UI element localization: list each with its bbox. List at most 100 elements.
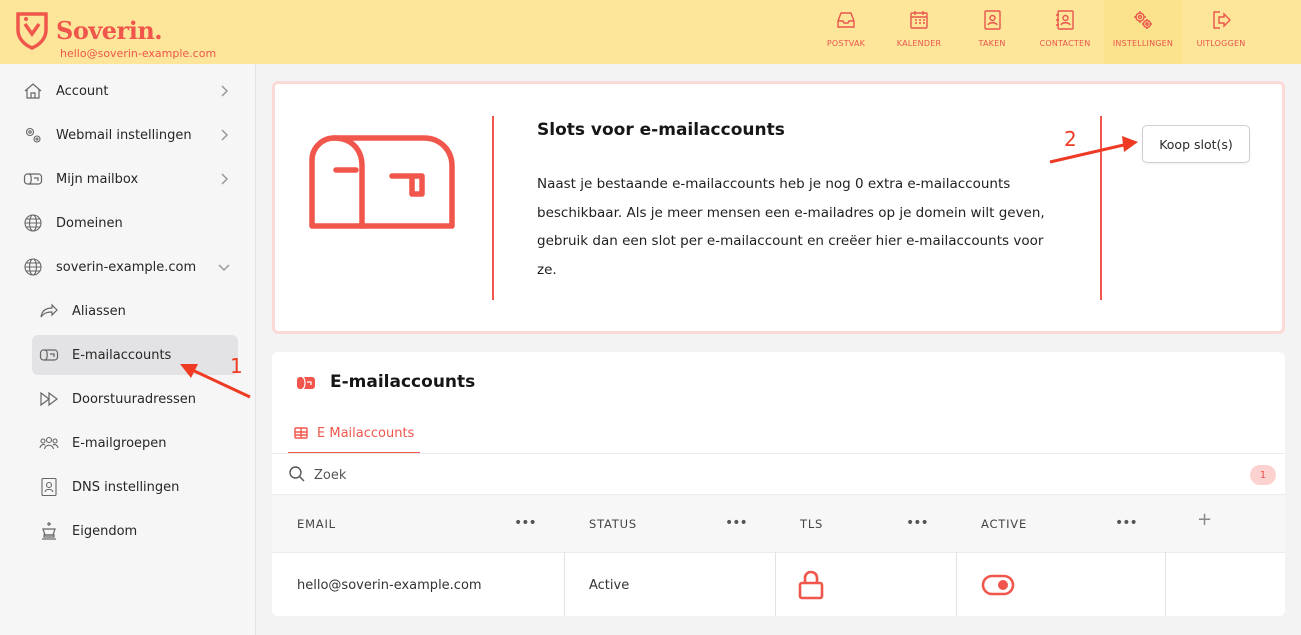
cell-tls <box>798 553 824 617</box>
column-menu-icon[interactable]: ••• <box>725 515 748 531</box>
sidebar: Account Webmail instellingen Mijn mailbo… <box>0 64 256 635</box>
mailbox-icon <box>39 349 59 361</box>
nav-kalender[interactable]: KALENDER <box>885 0 953 64</box>
sidebar-item-label: Aliassen <box>72 303 126 319</box>
tab-label: E Mailaccounts <box>317 425 415 441</box>
forward-arrow-icon <box>40 303 58 318</box>
nav-label: KALENDER <box>896 39 942 48</box>
add-column-icon[interactable]: + <box>1197 509 1212 530</box>
logo[interactable]: Soverin. <box>14 10 163 50</box>
tab-email-accounts[interactable]: E Mailaccounts <box>288 414 421 454</box>
inbox-icon <box>837 12 855 28</box>
sidebar-item-webmail-settings[interactable]: Webmail instellingen <box>16 115 238 155</box>
nav-uitloggen[interactable]: UITLOGGEN <box>1187 0 1255 64</box>
table-row[interactable]: hello@soverin-example.com Active <box>272 552 1285 616</box>
accounts-title: E-mailaccounts <box>330 372 476 392</box>
table-icon <box>294 427 308 439</box>
search-input[interactable] <box>314 463 914 487</box>
email-accounts-card: E-mailaccounts E Mailaccounts 1 EMAIL ••… <box>272 352 1285 616</box>
result-count-badge: 1 <box>1250 465 1276 485</box>
slots-card: Slots voor e-mailaccounts Naast je besta… <box>272 81 1285 334</box>
sidebar-item-label: Account <box>56 83 109 99</box>
contacts-icon <box>1056 10 1074 30</box>
nav-label: UITLOGGEN <box>1196 39 1246 48</box>
gears-icon <box>25 127 41 143</box>
tasks-icon <box>984 10 1001 30</box>
mailbox-illustration-icon <box>309 135 455 229</box>
sidebar-item-label: E-mailaccounts <box>72 347 172 363</box>
sidebar-item-label: Domeinen <box>56 215 123 231</box>
search-icon <box>289 466 305 482</box>
main-nav: POSTVAK KALENDER TAKEN CONTACTEN INSTELL… <box>812 0 1260 64</box>
gear-icon <box>1134 11 1152 29</box>
column-separator <box>775 552 776 616</box>
column-header-active[interactable]: ACTIVE <box>981 495 1027 552</box>
chess-king-icon <box>42 522 56 540</box>
nav-contacten[interactable]: CONTACTEN <box>1031 0 1099 64</box>
nav-instellingen[interactable]: INSTELLINGEN <box>1104 0 1182 64</box>
annotation-number-2: 2 <box>1064 127 1077 151</box>
sidebar-item-domain-soverin-example[interactable]: soverin-example.com <box>16 247 238 287</box>
column-separator <box>956 552 957 616</box>
search-row: 1 <box>272 453 1285 495</box>
sidebar-item-domains[interactable]: Domeinen <box>16 203 238 243</box>
sidebar-item-label: Mijn mailbox <box>56 171 139 187</box>
nav-taken[interactable]: TAKEN <box>958 0 1026 64</box>
active-toggle-icon[interactable] <box>981 574 1015 596</box>
sidebar-item-email-groups[interactable]: E-mailgroepen <box>32 423 238 463</box>
cell-email: hello@soverin-example.com <box>297 577 482 593</box>
sidebar-item-label: Eigendom <box>72 523 138 539</box>
chevron-down-icon <box>218 264 230 272</box>
annotation-arrow-2 <box>1049 136 1138 164</box>
sidebar-item-label: E-mailgroepen <box>72 435 167 451</box>
annotation-number-1: 1 <box>230 354 243 378</box>
divider-left <box>492 116 494 300</box>
sidebar-item-aliases[interactable]: Aliassen <box>32 291 238 331</box>
column-menu-icon[interactable]: ••• <box>1115 515 1138 531</box>
globe-icon <box>24 258 42 276</box>
column-separator <box>1165 552 1166 616</box>
column-menu-icon[interactable]: ••• <box>906 515 929 531</box>
calendar-icon <box>910 11 928 29</box>
fast-forward-icon <box>40 391 58 407</box>
cell-active[interactable] <box>981 553 1015 617</box>
sidebar-item-label: soverin-example.com <box>56 259 197 275</box>
cell-status: Active <box>589 577 630 593</box>
slots-description: Naast je bestaande e-mailaccounts heb je… <box>537 176 1045 278</box>
lock-icon <box>798 570 824 600</box>
chevron-right-icon <box>221 173 229 185</box>
shield-logo-icon <box>16 12 48 50</box>
sidebar-item-ownership[interactable]: Eigendom <box>32 511 238 551</box>
column-separator <box>564 552 565 616</box>
sidebar-item-label: Webmail instellingen <box>56 127 192 143</box>
table-header: EMAIL ••• STATUS ••• TLS ••• ACTIVE ••• … <box>272 495 1285 552</box>
column-header-status[interactable]: STATUS <box>589 495 637 552</box>
top-header: Soverin. hello@soverin-example.com POSTV… <box>0 0 1301 64</box>
slots-title: Slots voor e-mailaccounts <box>537 120 785 140</box>
mailbox-small-icon <box>297 376 315 390</box>
users-icon <box>39 436 59 450</box>
contact-card-icon <box>41 477 57 497</box>
annotation-arrow-1 <box>180 364 251 399</box>
brand-name: Soverin. <box>56 15 163 45</box>
buy-slots-button[interactable]: Koop slot(s) <box>1142 125 1250 163</box>
sidebar-item-account[interactable]: Account <box>16 71 238 111</box>
column-header-email[interactable]: EMAIL <box>297 495 336 552</box>
chevron-right-icon <box>221 85 229 97</box>
nav-label: POSTVAK <box>826 39 866 48</box>
column-header-tls[interactable]: TLS <box>800 495 823 552</box>
chevron-right-icon <box>221 129 229 141</box>
nav-postvak[interactable]: POSTVAK <box>812 0 880 64</box>
column-menu-icon[interactable]: ••• <box>514 515 537 531</box>
globe-icon <box>24 214 42 232</box>
sidebar-item-dns-settings[interactable]: DNS instellingen <box>32 467 238 507</box>
nav-label: CONTACTEN <box>1039 39 1091 48</box>
logout-icon <box>1213 11 1231 29</box>
account-email: hello@soverin-example.com <box>60 47 217 60</box>
sidebar-item-label: DNS instellingen <box>72 479 180 495</box>
nav-label: INSTELLINGEN <box>1112 39 1174 48</box>
home-icon <box>24 83 42 99</box>
nav-label: TAKEN <box>978 39 1006 48</box>
mailbox-icon <box>23 173 43 185</box>
sidebar-item-my-mailbox[interactable]: Mijn mailbox <box>16 159 238 199</box>
